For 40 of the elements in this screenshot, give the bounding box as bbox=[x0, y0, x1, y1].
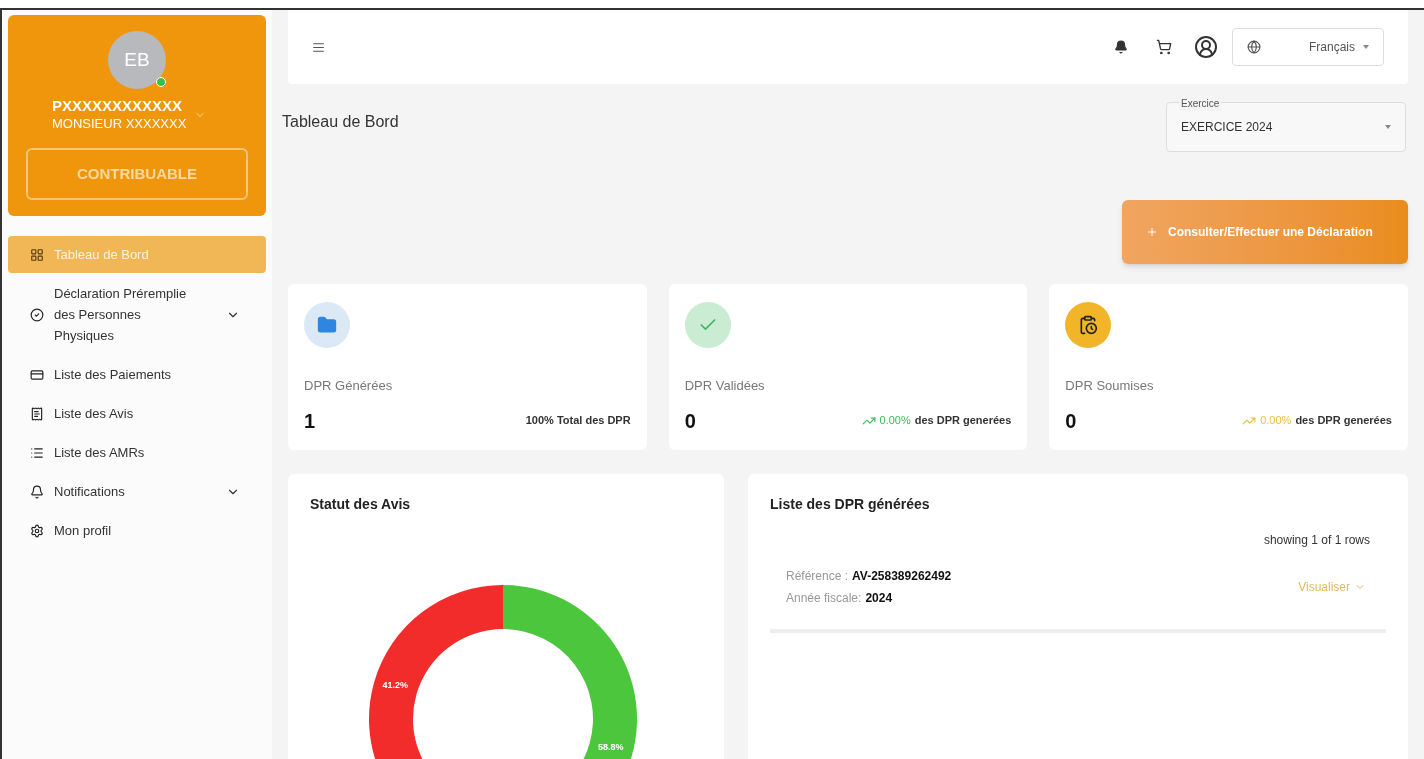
stat-label: DPR Soumises bbox=[1065, 377, 1155, 395]
sidebar-item[interactable]: Liste des Avis bbox=[8, 395, 266, 432]
card-title: Statut des Avis bbox=[310, 495, 412, 514]
trend-percent: 0.00% bbox=[1260, 413, 1292, 429]
slice-label: 41.2% bbox=[382, 680, 408, 691]
stat-note: 100% Total des DPR bbox=[525, 413, 631, 429]
year-value: 2024 bbox=[865, 590, 893, 607]
globe-icon bbox=[1247, 40, 1261, 54]
plus-icon bbox=[1146, 226, 1158, 238]
sidebar-item[interactable]: Déclaration Préremplie des Personnes Physiques bbox=[8, 275, 266, 354]
role-badge: CONTRIBUABLE bbox=[26, 148, 248, 200]
account-icon[interactable] bbox=[1194, 35, 1218, 59]
stat-note: des DPR generées bbox=[1295, 413, 1392, 429]
stat-note: des DPR generées bbox=[914, 413, 1012, 429]
stat-icon bbox=[1078, 315, 1099, 335]
language-select[interactable]: Français bbox=[1232, 28, 1384, 66]
caret-icon bbox=[1385, 125, 1391, 129]
caret-icon bbox=[1363, 45, 1369, 49]
trend-percent: 0.00% bbox=[879, 413, 911, 429]
card-title: Liste des DPR générées bbox=[770, 495, 931, 514]
stat-label: DPR Validées bbox=[684, 377, 766, 395]
sidebar-item[interactable]: Mon profil bbox=[8, 512, 266, 549]
stat-icon bbox=[317, 315, 337, 335]
reference-value: AV-258389262492 bbox=[852, 568, 952, 585]
sidebar-item[interactable]: Liste des Paiements bbox=[8, 356, 266, 393]
slice-label: 58.8% bbox=[598, 741, 624, 752]
notification-icon[interactable] bbox=[1114, 40, 1128, 54]
sidebar-item[interactable]: Liste des AMRs bbox=[8, 434, 266, 471]
page-title: Tableau de Bord bbox=[282, 112, 399, 132]
user-name: PXXXXXXXXXXXX bbox=[52, 97, 184, 116]
user-subtitle: MONSIEUR XXXXXXX bbox=[52, 115, 187, 132]
cart-icon[interactable] bbox=[1156, 39, 1172, 55]
sidebar-item[interactable]: Notifications bbox=[8, 473, 266, 510]
stat-label: DPR Générées bbox=[304, 377, 394, 395]
stat-value: 0 bbox=[1065, 408, 1077, 434]
row-count: showing 1 of 1 rows bbox=[1263, 532, 1370, 549]
stat-value: 1 bbox=[304, 408, 316, 434]
stat-value: 0 bbox=[684, 408, 696, 434]
field-label: Référence : bbox=[786, 568, 849, 585]
field-label: Année fiscale: bbox=[786, 590, 862, 607]
